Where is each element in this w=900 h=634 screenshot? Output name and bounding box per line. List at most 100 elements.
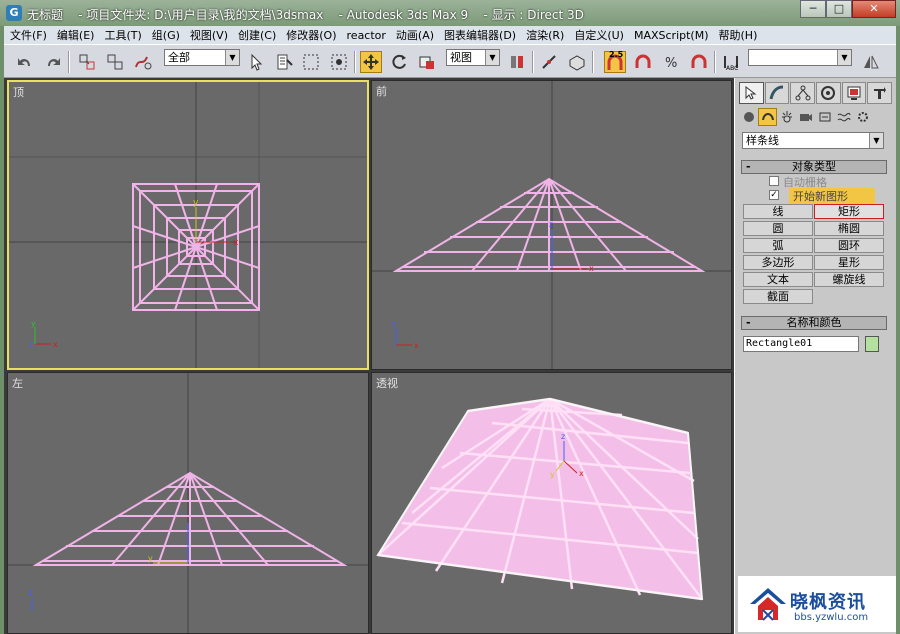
utilities-tab-icon[interactable] — [867, 82, 893, 104]
viewport-label-top[interactable]: 顶 — [13, 84, 24, 100]
selection-filter-dropdown[interactable]: 全部 ▼ — [164, 49, 240, 66]
geometry-icon[interactable] — [739, 108, 758, 126]
menu-modifiers[interactable]: 修改器(O) — [286, 27, 336, 43]
cameras-icon[interactable] — [796, 108, 815, 126]
donut-button[interactable]: 圆环 — [814, 238, 884, 253]
systems-icon[interactable] — [853, 108, 872, 126]
rectangle-button[interactable]: 矩形 — [814, 204, 884, 219]
minimize-button[interactable]: ─ — [800, 0, 826, 18]
app-icon[interactable]: G — [6, 5, 22, 21]
house-logo-icon — [750, 588, 786, 621]
select-and-manipulate-icon[interactable] — [538, 51, 560, 73]
perspective-scene: z x y — [376, 397, 704, 601]
menu-group[interactable]: 组(G) — [152, 27, 180, 43]
select-and-move-icon[interactable] — [360, 51, 382, 73]
motion-tab-icon[interactable] — [816, 82, 841, 104]
spacewarps-icon[interactable] — [834, 108, 853, 126]
command-panel-tabs — [739, 82, 893, 104]
start-new-shape-checkbox[interactable]: ✓ — [769, 190, 779, 200]
select-and-scale-icon[interactable] — [416, 51, 438, 73]
redo-icon[interactable] — [42, 51, 64, 73]
object-name-field[interactable]: Rectangle01 — [743, 336, 859, 352]
modify-tab-icon[interactable] — [764, 82, 790, 104]
gizmo-x-label: x — [233, 238, 239, 248]
chevron-down-icon: ▼ — [225, 50, 239, 65]
arc-button[interactable]: 弧 — [743, 238, 813, 253]
menu-create[interactable]: 创建(C) — [238, 27, 276, 43]
axis-x-label: x — [414, 341, 419, 350]
watermark: 晓枫资讯 bbs.yzwlu.com — [738, 576, 896, 632]
toolbar-separator — [592, 51, 594, 73]
menu-tools[interactable]: 工具(T) — [104, 27, 141, 43]
viewport-label-perspective[interactable]: 透视 — [376, 375, 398, 391]
window-crossing-icon[interactable] — [328, 51, 350, 73]
axis-x-label: x — [53, 340, 58, 349]
maximize-button[interactable]: □ — [826, 0, 852, 18]
helpers-icon[interactable] — [815, 108, 834, 126]
window-controls: ─ □ ✕ — [800, 0, 896, 20]
gizmo-y-label: y — [148, 554, 153, 563]
viewport-label-front[interactable]: 前 — [376, 83, 387, 99]
keyboard-shortcut-override-icon[interactable] — [566, 51, 588, 73]
helix-button[interactable]: 螺旋线 — [814, 272, 884, 287]
name-row: Rectangle01 — [741, 334, 887, 354]
percent-snap-icon[interactable]: % — [660, 51, 682, 73]
object-type-header[interactable]: - 对象类型 — [741, 160, 887, 174]
named-selection-dropdown[interactable]: ▼ — [748, 49, 852, 66]
viewport-perspective[interactable]: z x y 透视 — [371, 372, 732, 634]
section-button[interactable]: 截面 — [743, 289, 813, 304]
star-button[interactable]: 星形 — [814, 255, 884, 270]
line-button[interactable]: 线 — [743, 204, 813, 219]
svg-text:ABC: ABC — [726, 65, 738, 72]
hierarchy-tab-icon[interactable] — [790, 82, 816, 104]
angle-snap-icon[interactable] — [632, 51, 654, 73]
auto-grid-checkbox[interactable] — [769, 176, 779, 186]
snap-toggle-icon[interactable]: 2.5 — [604, 50, 626, 73]
menu-animation[interactable]: 动画(A) — [396, 27, 434, 43]
name-color-header[interactable]: - 名称和颜色 — [741, 316, 887, 330]
left-scene: y z — [8, 373, 368, 633]
object-type-buttons: 线 矩形 圆 椭圆 弧 圆环 多边形 星形 文本 螺旋线 截面 — [743, 204, 884, 304]
menu-rendering[interactable]: 渲染(R) — [526, 27, 564, 43]
lights-icon[interactable] — [777, 108, 796, 126]
unlink-selection-icon[interactable] — [104, 51, 126, 73]
reference-coordinate-dropdown[interactable]: 视图 ▼ — [446, 49, 500, 66]
name-color-rollout: - 名称和颜色 Rectangle01 — [741, 316, 887, 354]
viewport-left[interactable]: y z 左 — [7, 372, 369, 634]
menu-views[interactable]: 视图(V) — [190, 27, 228, 43]
bind-to-space-warp-icon[interactable] — [132, 51, 154, 73]
ngon-button[interactable]: 多边形 — [743, 255, 813, 270]
select-object-icon[interactable] — [246, 51, 268, 73]
reference-coordinate-value: 视图 — [450, 51, 472, 64]
viewport-label-left[interactable]: 左 — [12, 375, 23, 391]
menu-file[interactable]: 文件(F) — [10, 27, 47, 43]
close-button[interactable]: ✕ — [852, 0, 896, 18]
rectangular-selection-icon[interactable] — [300, 51, 322, 73]
undo-icon[interactable] — [14, 51, 36, 73]
menu-maxscript[interactable]: MAXScript(M) — [634, 29, 709, 42]
start-new-shape-button[interactable]: 开始新图形 — [789, 188, 875, 204]
menu-help[interactable]: 帮助(H) — [719, 27, 758, 43]
select-and-link-icon[interactable] — [76, 51, 98, 73]
use-pivot-center-icon[interactable] — [506, 51, 528, 73]
display-tab-icon[interactable] — [841, 82, 867, 104]
spinner-snap-icon[interactable] — [688, 51, 710, 73]
menu-customize[interactable]: 自定义(U) — [574, 27, 624, 43]
menu-edit[interactable]: 编辑(E) — [57, 27, 95, 43]
object-color-swatch[interactable] — [865, 336, 879, 352]
select-by-name-icon[interactable] — [274, 51, 296, 73]
circle-button[interactable]: 圆 — [743, 221, 813, 236]
viewport-front[interactable]: x z z x 前 — [371, 80, 732, 370]
shapes-icon[interactable] — [758, 108, 777, 126]
select-and-rotate-icon[interactable] — [388, 51, 410, 73]
create-tab-icon[interactable] — [739, 82, 764, 104]
mirror-icon[interactable] — [860, 51, 882, 73]
viewport-top[interactable]: x y y x z 顶 — [7, 80, 369, 370]
menu-reactor[interactable]: reactor — [347, 29, 386, 42]
menu-graph-editors[interactable]: 图表编辑器(D) — [444, 27, 516, 43]
edit-named-selection-icon[interactable]: ABC — [720, 51, 742, 73]
category-dropdown[interactable]: 样条线 ▼ — [742, 132, 884, 149]
gizmo-x-label: x — [589, 264, 594, 273]
ellipse-button[interactable]: 椭圆 — [814, 221, 884, 236]
text-button[interactable]: 文本 — [743, 272, 813, 287]
